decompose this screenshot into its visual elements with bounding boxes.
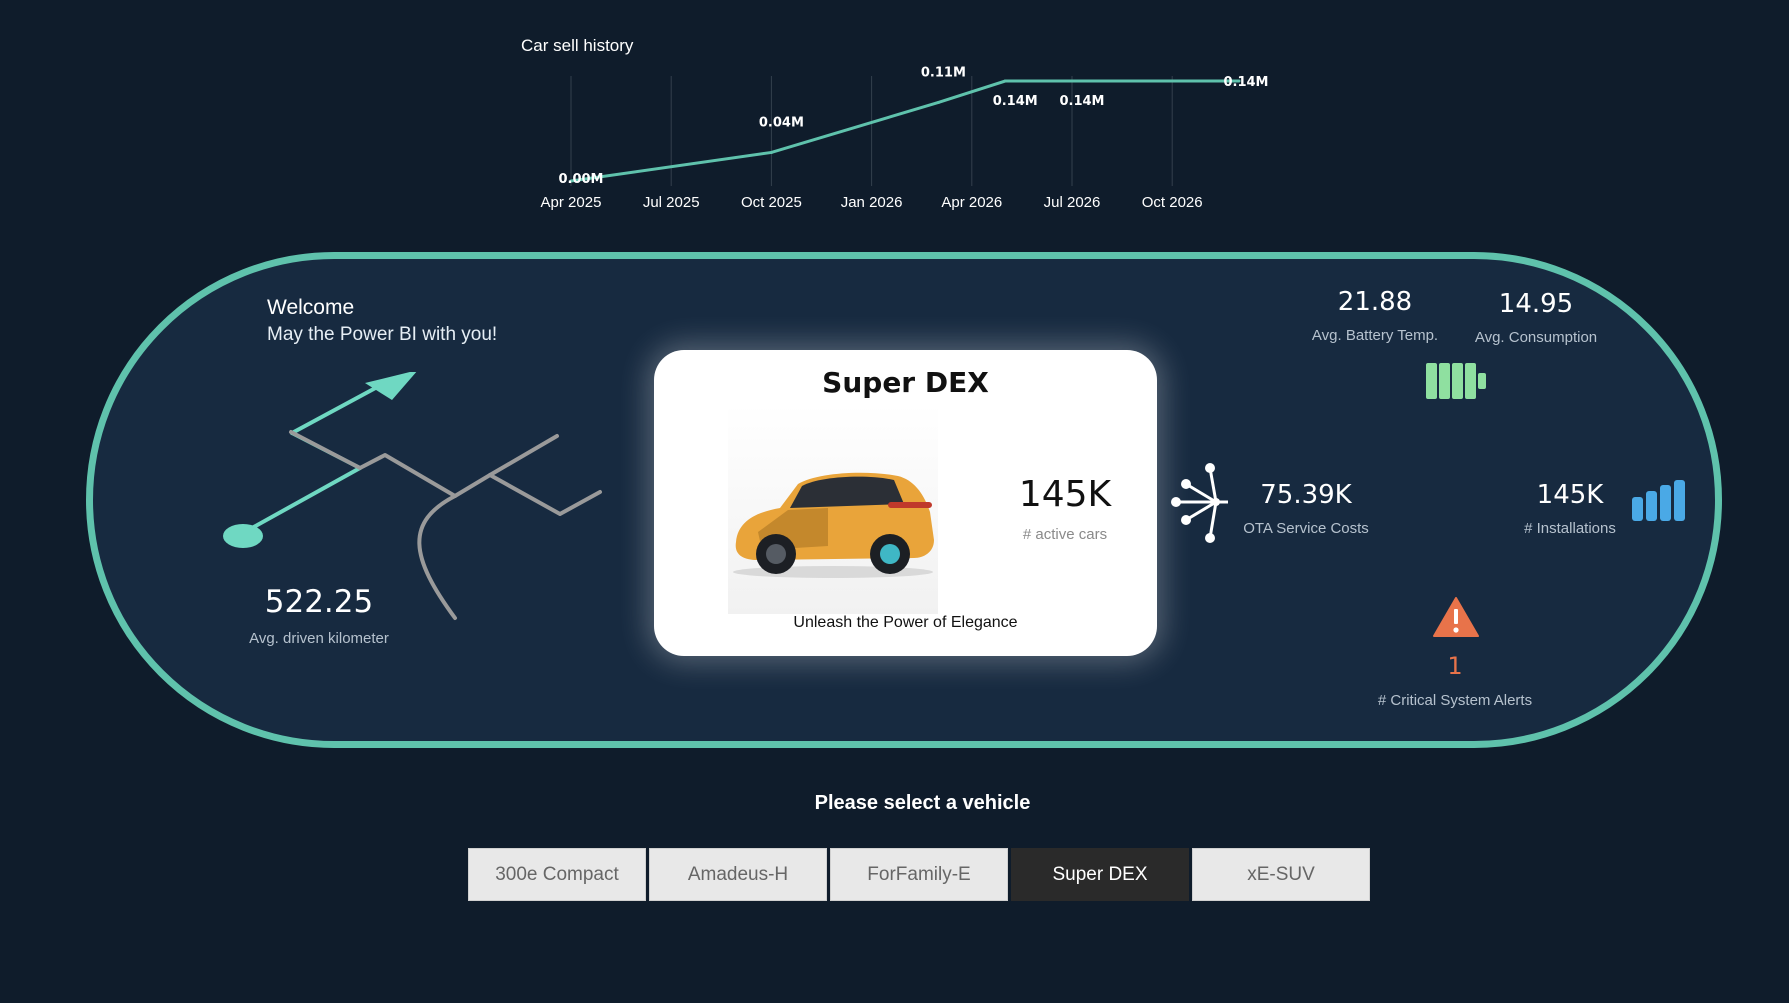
active-cars-label: # active cars: [1022, 526, 1108, 543]
consumption-value: 14.95: [1498, 289, 1574, 319]
x-tick-label: Jul 2026: [1044, 194, 1101, 211]
battery-temp-label: Avg. Battery Temp.: [1311, 327, 1439, 344]
signal-bars-icon: [1632, 480, 1685, 521]
consumption-label: Avg. Consumption: [1474, 329, 1598, 346]
data-label: 0.00M: [558, 172, 603, 187]
vehicle-option-xe-suv[interactable]: xE-SUV: [1192, 848, 1370, 901]
critical-alerts-value: 1: [1447, 652, 1463, 680]
installations-label: # Installations: [1524, 520, 1616, 537]
battery-temp-value: 21.88: [1337, 287, 1413, 317]
active-cars-value: 145K: [1018, 474, 1112, 515]
data-label: 0.11M: [921, 65, 966, 80]
installations-value: 145K: [1536, 480, 1604, 510]
vehicle-option-forfamily-e[interactable]: ForFamily-E: [830, 848, 1008, 901]
x-tick-label: Jan 2026: [841, 194, 903, 211]
avg-km-value: 522.25: [264, 584, 374, 620]
ota-costs-value: 75.39K: [1260, 480, 1352, 510]
warning-icon: [1433, 597, 1479, 637]
x-tick-label: Apr 2026: [941, 194, 1002, 211]
data-point: [1003, 79, 1007, 83]
x-tick-label: Jul 2025: [643, 194, 700, 211]
critical-alerts-label: # Critical System Alerts: [1377, 692, 1533, 709]
avg-km-label: Avg. driven kilometer: [249, 630, 389, 647]
vehicle-selector: 300e Compact Amadeus-H ForFamily-E Super…: [468, 848, 1370, 901]
battery-icon: [1426, 363, 1486, 399]
x-tick-label: Apr 2025: [541, 194, 602, 211]
vehicle-tagline: Unleash the Power of Elegance: [793, 614, 1018, 631]
data-label: 0.14M: [1059, 94, 1104, 109]
data-label: 0.14M: [993, 94, 1038, 109]
x-tick-label: Oct 2026: [1142, 194, 1203, 211]
car-sell-history-chart: Apr 2025 Jul 2025 Oct 2025 Jan 2026 Apr 2026…: [541, 65, 1269, 211]
ota-costs-label: OTA Service Costs: [1243, 520, 1369, 537]
x-tick-label: Oct 2025: [741, 194, 802, 211]
vehicle-card-title: Super DEX: [822, 366, 989, 399]
data-point: [769, 150, 773, 154]
data-point: [1070, 79, 1074, 83]
vehicle-option-super-dex[interactable]: Super DEX: [1011, 848, 1189, 901]
welcome-title: Welcome: [267, 296, 355, 319]
car-image: [733, 472, 934, 578]
vehicle-option-amadeus-h[interactable]: Amadeus-H: [649, 848, 827, 901]
welcome-subtitle: May the Power BI with you!: [267, 324, 498, 345]
vehicle-option-300e-compact[interactable]: 300e Compact: [468, 848, 646, 901]
data-label: 0.14M: [1223, 75, 1268, 90]
data-point: [936, 100, 940, 104]
data-label: 0.04M: [759, 115, 804, 130]
vehicle-selector-title: Please select a vehicle: [814, 792, 1031, 814]
